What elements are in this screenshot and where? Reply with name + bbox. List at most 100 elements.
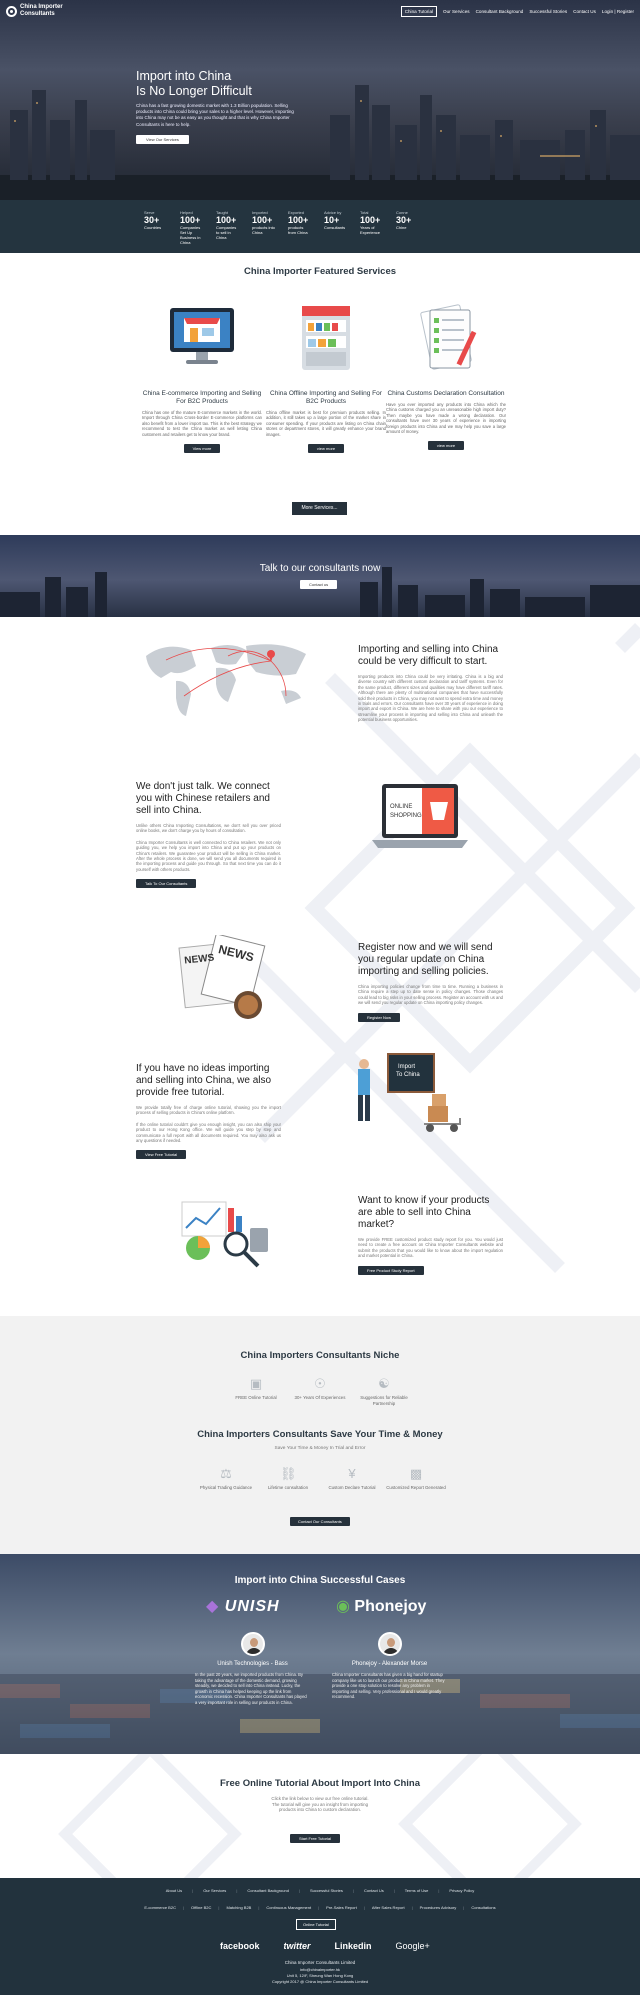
nav-auth: Login | Register [601,8,634,14]
talk-to-consultants-button[interactable]: Talk To Our Consultants [136,879,197,889]
hero-text: Import into China Is No Longer Difficult… [136,69,296,146]
footer-link[interactable]: Privacy Policy [449,1888,474,1893]
stat-sub: Years of Experience [360,225,381,235]
stat-item: Helped 100+ Companies Set Up Business in C… [180,210,204,253]
cases-section: Import into China Successful Cases ◆ UNI… [0,1554,640,1754]
feature-title: China Customs Declaration Consultation [387,390,505,397]
phonejoy-logo-text: Phonejoy [354,1598,427,1615]
phonejoy-logo: ◉ Phonejoy [336,1596,426,1616]
footer-links-row2: E-commerce B2C | Offline B2C | Matching B2… [0,1905,640,1910]
row-body: If the online tutorial couldn't give you… [136,1121,281,1144]
divider: | [298,1888,300,1893]
nav-our-services[interactable]: Our Services [443,9,470,14]
nav-contact-us[interactable]: Contact Us [573,9,596,14]
row-body: China importing policies change from tim… [358,984,503,1006]
niche-item-label: FREE Online Tutorial [235,1395,277,1400]
case-name: Unish Technologies - Bass [217,1661,288,1667]
unish-logo: ◆ UNISH [206,1596,280,1616]
row-title: Want to know if your products are able t… [358,1195,490,1230]
logo-line2: Consultants [20,11,55,17]
stat-sub: Countries [144,225,162,230]
analytics-illustration [178,1198,274,1268]
stat-sub: Companies to sell in China [216,225,237,240]
lock-icon: ⛓ [280,1466,297,1481]
case-name: Phonejoy - Alexander Morse [351,1661,428,1667]
divider: | [463,1905,465,1910]
divider: | [192,1888,194,1893]
nav-china-tutorial[interactable]: China Tutorial [400,5,438,17]
footer-link[interactable]: Contact Us [364,1888,384,1893]
teacher-illustration: Import To China [348,1052,472,1142]
google-plus-icon[interactable]: Google+ [396,1941,430,1951]
nav-consultant-background[interactable]: Consultant Background [476,9,524,14]
case-unish: Unish Technologies - Bass In the past 20… [195,1632,310,1705]
footer-link[interactable]: Terms of Use [405,1888,429,1893]
nav-login[interactable]: Login [602,9,613,14]
hero-body: China has a fast growing domestic market… [136,103,294,127]
start-free-tutorial-button[interactable]: Start Free Tutorial [290,1834,341,1843]
stat-number: 100+ [216,215,237,225]
niche-item: ☉ 30+ Years Of Experiences [290,1376,350,1401]
row-body: China Importer Consultants is well conne… [136,839,281,872]
footer-link[interactable]: Procedures Advisory [420,1905,457,1910]
view-more-button[interactable]: view more [427,441,465,451]
contact-us-button[interactable]: Contact us [300,580,338,589]
save-item: ▩ Customized Report Generated [386,1466,446,1491]
free-product-study-report-button[interactable]: Free Product Study Report [358,1265,424,1275]
unish-logo-icon: ◆ [206,1598,220,1615]
view-services-button[interactable]: View Our Services [136,134,189,144]
contact-our-consultants-button[interactable]: Contact Our Consultants [290,1517,350,1526]
tutorial-section: Free Online Tutorial About Import Into C… [0,1754,640,1878]
laptop-illustration: ONLINE SHOPPING [370,780,470,856]
import-teacher-icon: Import To China [358,1053,461,1132]
linkedin-icon[interactable]: Linkedin [335,1941,372,1951]
save-item-label: Customized Report Generated [386,1485,446,1490]
footer-link[interactable]: Consultant Background [247,1888,289,1893]
view-more-button[interactable]: View more [183,444,221,454]
row-study-report: Want to know if your products are able t… [358,1195,503,1277]
footer-link[interactable]: Our Services [203,1888,226,1893]
stats-bar: Serve 30+ Countries Helped 100+ Companies Se… [0,200,640,253]
divider: | [258,1905,260,1910]
unish-logo-text: UNISH [224,1598,280,1615]
footer-link[interactable]: Continuous Management [266,1905,311,1910]
view-free-tutorial-button[interactable]: View Free Tutorial [136,1150,187,1160]
footer-link[interactable]: Offline B2C [191,1905,211,1910]
more-services-button[interactable]: More Services... [292,502,347,515]
background-pattern [245,623,640,1273]
twitter-icon[interactable]: twitter [284,1941,311,1951]
niche-item-label: Suggestions for Reliable Partnership [360,1395,408,1406]
talk-title: Talk to our consultants now [259,563,381,574]
online-tutorial-button[interactable]: Online Tutorial [296,1919,336,1930]
city-skyline-image [0,85,640,200]
nav-register[interactable]: Register [617,9,634,14]
divider: | [411,1905,413,1910]
hero-title: Import into China Is No Longer Difficult [136,69,296,99]
footer-copyright: Copyright 2017 @ China Importer Consulta… [271,1979,369,1984]
register-now-button[interactable]: Register Now [358,1012,401,1022]
feature-body: China offline market is best for premium… [266,410,386,437]
case-phonejoy: Phonejoy - Alexander Morse China Importe… [332,1632,447,1700]
stat-item: Taught 100+ Companies to sell in China [216,210,240,253]
case-body: China Importer Consultants has given a b… [332,1672,445,1699]
stat-item: Serve 30+ Countries [144,210,168,253]
stat-item: Advice by 10+ Consultants [324,210,348,253]
stat-item: Conne 30+ Chine [396,210,420,253]
save-item-label: Physical Trading Guidance [199,1485,253,1490]
stat-sub: products into China [252,225,275,235]
stat-number: 100+ [252,215,273,225]
nav-successful-stories[interactable]: Successful Stories [529,9,567,14]
footer-link[interactable]: Pre-Sales Report [326,1905,357,1910]
footer-link[interactable]: About Us [166,1888,182,1893]
logo[interactable]: China Importer Consultants [6,4,63,18]
footer-link[interactable]: After Sales Report [372,1905,405,1910]
niche-section: China Importers Consultants Niche ▣ FREE… [0,1316,640,1554]
view-more-button[interactable]: view more [307,444,345,454]
footer-link[interactable]: Consultations [471,1905,495,1910]
facebook-icon[interactable]: facebook [220,1941,260,1951]
footer-link[interactable]: E-commerce B2C [144,1905,176,1910]
footer-link[interactable]: Successful Stories [310,1888,343,1893]
footer-link[interactable]: Matching B2B [226,1905,251,1910]
truck-icon: ▣ [249,1376,263,1391]
world-map-icon [146,644,306,716]
